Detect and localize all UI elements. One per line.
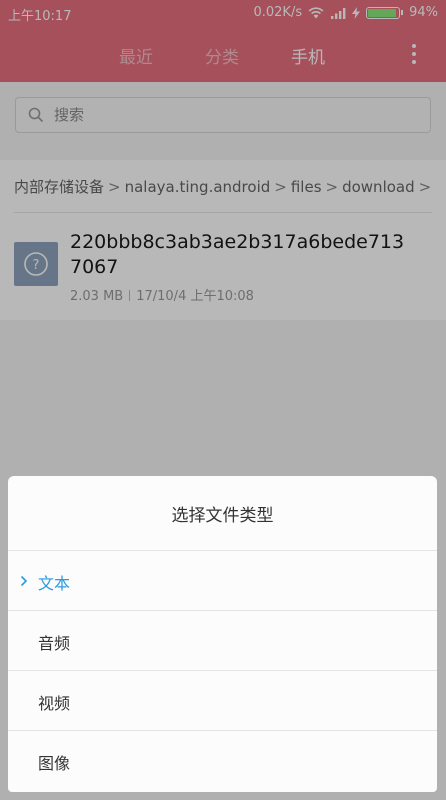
- option-label: 视频: [38, 694, 71, 713]
- option-label: 图像: [38, 754, 71, 773]
- chevron-right-icon: [20, 575, 28, 587]
- option-label: 文本: [38, 574, 71, 593]
- option-audio[interactable]: 音频: [8, 610, 437, 670]
- option-video[interactable]: 视频: [8, 670, 437, 730]
- file-type-dialog: 选择文件类型 文本 音频 视频 图像: [8, 476, 437, 792]
- file-manager-app: 上午10:17 0.02K/s 94% 最近 分类 手机 搜索 内部存储设备 >…: [0, 0, 446, 800]
- option-text[interactable]: 文本: [8, 550, 437, 610]
- dialog-title: 选择文件类型: [171, 505, 274, 526]
- option-label: 音频: [38, 634, 71, 653]
- option-image[interactable]: 图像: [8, 730, 437, 790]
